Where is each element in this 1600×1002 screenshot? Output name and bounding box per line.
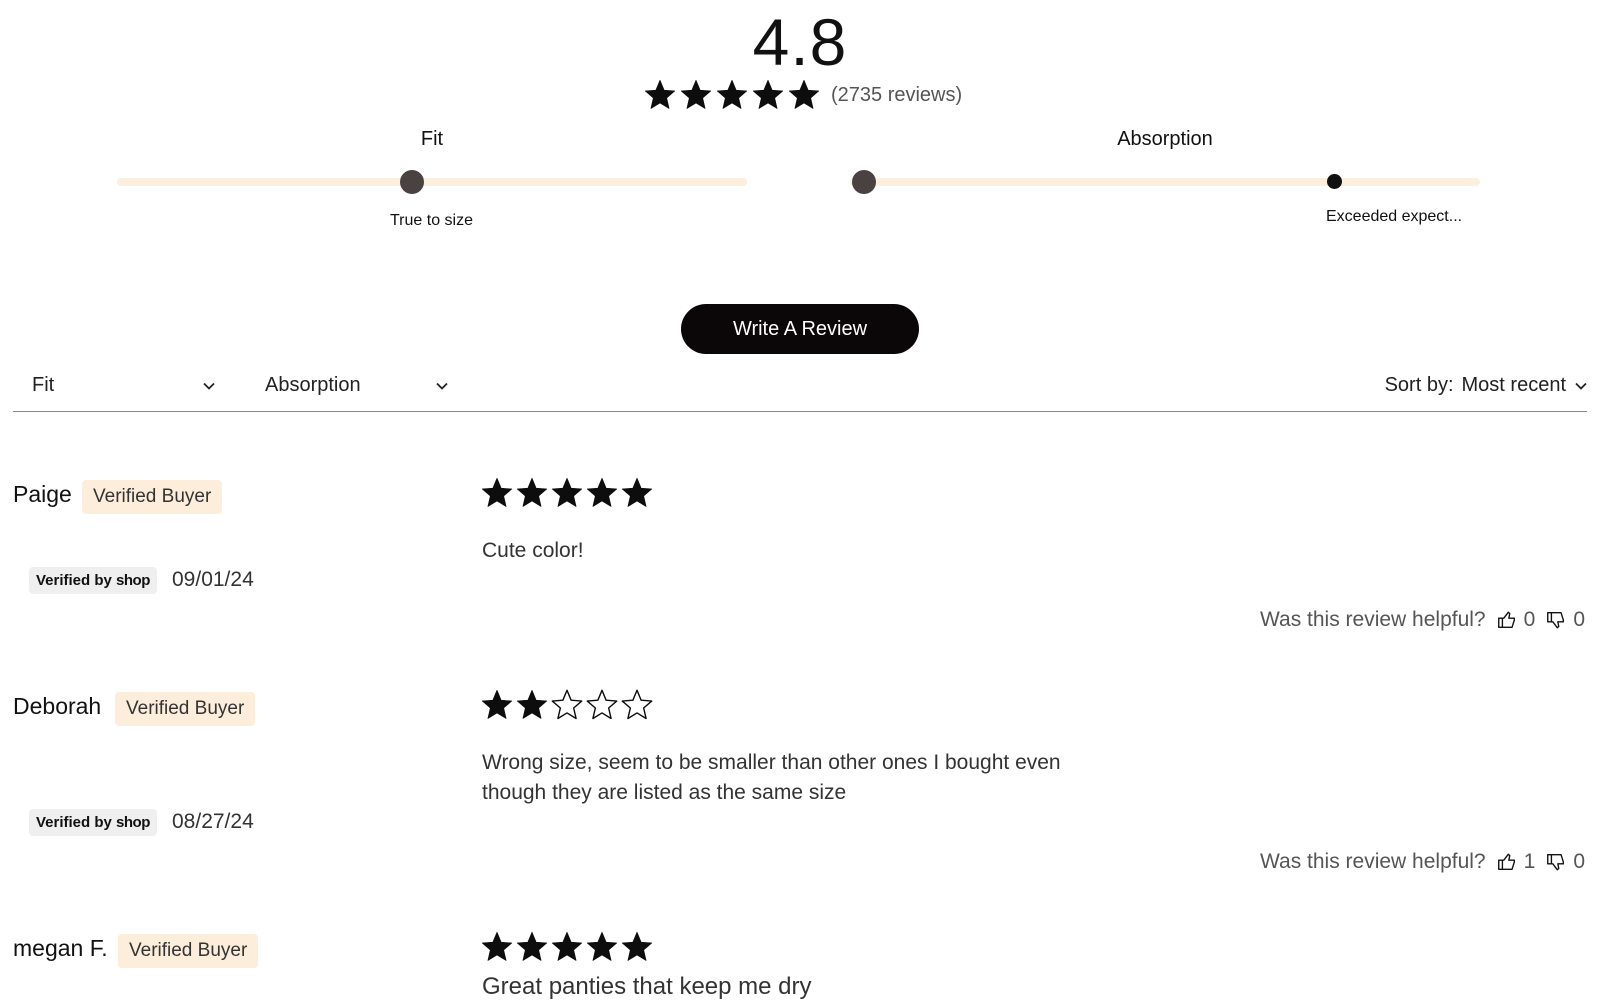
fit-slider-title: Fit	[420, 128, 444, 150]
star-filled-icon	[480, 476, 514, 510]
star-empty-icon	[550, 688, 584, 722]
fit-filter-dropdown[interactable]: Fit	[32, 374, 216, 397]
star-filled-icon	[550, 476, 584, 510]
helpful-label: Was this review helpful?	[1259, 608, 1486, 631]
thumbs-down-button[interactable]: 0	[1545, 608, 1585, 632]
fit-slider-track	[117, 178, 747, 186]
star-filled-icon	[787, 78, 821, 112]
thumbs-up-icon	[1496, 851, 1518, 873]
thumbs-up-count: 1	[1523, 850, 1536, 873]
absorption-slider-title: Absorption	[1117, 128, 1213, 150]
verified-buyer-badge: Verified Buyer	[115, 692, 256, 726]
verified-by-shop-badge: Verified by shop	[29, 809, 157, 836]
review-date: 08/27/24	[172, 810, 254, 833]
star-filled-icon	[515, 688, 549, 722]
star-filled-icon	[620, 930, 654, 964]
reviewer-name: Deborah	[13, 693, 102, 719]
reviewer-name: Paige	[13, 481, 72, 507]
star-filled-icon	[643, 78, 677, 112]
thumbs-up-icon	[1496, 609, 1518, 631]
verified-by-text: Verified by	[36, 572, 112, 589]
sort-prefix: Sort by:	[1384, 374, 1454, 396]
absorption-slider-start-knob	[852, 170, 876, 194]
star-filled-icon	[715, 78, 749, 112]
average-rating: 4.8	[752, 5, 848, 79]
shop-logo-text: shop	[116, 572, 150, 589]
star-filled-icon	[515, 476, 549, 510]
chevron-down-icon	[202, 379, 216, 393]
review-text: Cute color!	[482, 539, 584, 562]
star-filled-icon	[550, 930, 584, 964]
absorption-filter-dropdown[interactable]: Absorption	[265, 374, 449, 397]
helpful-row: Was this review helpful? 0 0	[1260, 608, 1585, 632]
summary-stars	[643, 78, 821, 112]
verified-by-shop-badge: Verified by shop	[29, 567, 157, 594]
absorption-slider-marker	[1327, 174, 1342, 189]
chevron-down-icon	[435, 379, 449, 393]
sort-value: Most recent	[1461, 374, 1566, 396]
star-filled-icon	[480, 930, 514, 964]
thumbs-down-count: 0	[1573, 608, 1585, 631]
thumbs-down-count: 0	[1573, 850, 1585, 873]
star-filled-icon	[620, 476, 654, 510]
write-review-button[interactable]: Write A Review	[681, 304, 919, 354]
review-date: 09/01/24	[172, 568, 254, 591]
star-filled-icon	[585, 930, 619, 964]
star-filled-icon	[585, 476, 619, 510]
filter-divider	[13, 411, 1587, 412]
absorption-filter-label: Absorption	[265, 374, 361, 396]
absorption-slider-track	[850, 178, 1480, 186]
sort-dropdown[interactable]: Sort by: Most recent	[1385, 374, 1588, 397]
shop-logo-text: shop	[116, 814, 150, 831]
star-filled-icon	[751, 78, 785, 112]
chevron-down-icon	[1574, 379, 1588, 393]
thumbs-down-button[interactable]: 0	[1545, 850, 1585, 874]
thumbs-up-count: 0	[1523, 608, 1536, 631]
thumbs-down-icon	[1545, 609, 1567, 631]
fit-slider-caption: True to size	[390, 212, 473, 229]
review-stars	[480, 930, 654, 964]
star-empty-icon	[585, 688, 619, 722]
review-text: Wrong size, seem to be smaller than othe…	[482, 751, 1061, 804]
review-stars	[480, 476, 654, 510]
verified-buyer-badge: Verified Buyer	[82, 480, 223, 514]
absorption-slider-caption: Exceeded expect...	[1326, 208, 1463, 225]
star-filled-icon	[679, 78, 713, 112]
review-count: (2735 reviews)	[831, 84, 963, 106]
fit-slider-knob	[400, 170, 424, 194]
fit-filter-label: Fit	[32, 374, 55, 396]
star-empty-icon	[620, 688, 654, 722]
helpful-label: Was this review helpful?	[1259, 850, 1486, 873]
thumbs-up-button[interactable]: 1	[1496, 850, 1536, 874]
review-text: Great panties that keep me dry	[482, 973, 812, 1000]
star-filled-icon	[480, 688, 514, 722]
thumbs-up-button[interactable]: 0	[1496, 608, 1536, 632]
verified-buyer-badge: Verified Buyer	[118, 934, 259, 968]
helpful-row: Was this review helpful? 1 0	[1260, 850, 1585, 874]
reviewer-name: megan F.	[13, 935, 108, 961]
verified-by-text: Verified by	[36, 814, 112, 831]
thumbs-down-icon	[1545, 851, 1567, 873]
star-filled-icon	[515, 930, 549, 964]
review-stars	[480, 688, 654, 722]
